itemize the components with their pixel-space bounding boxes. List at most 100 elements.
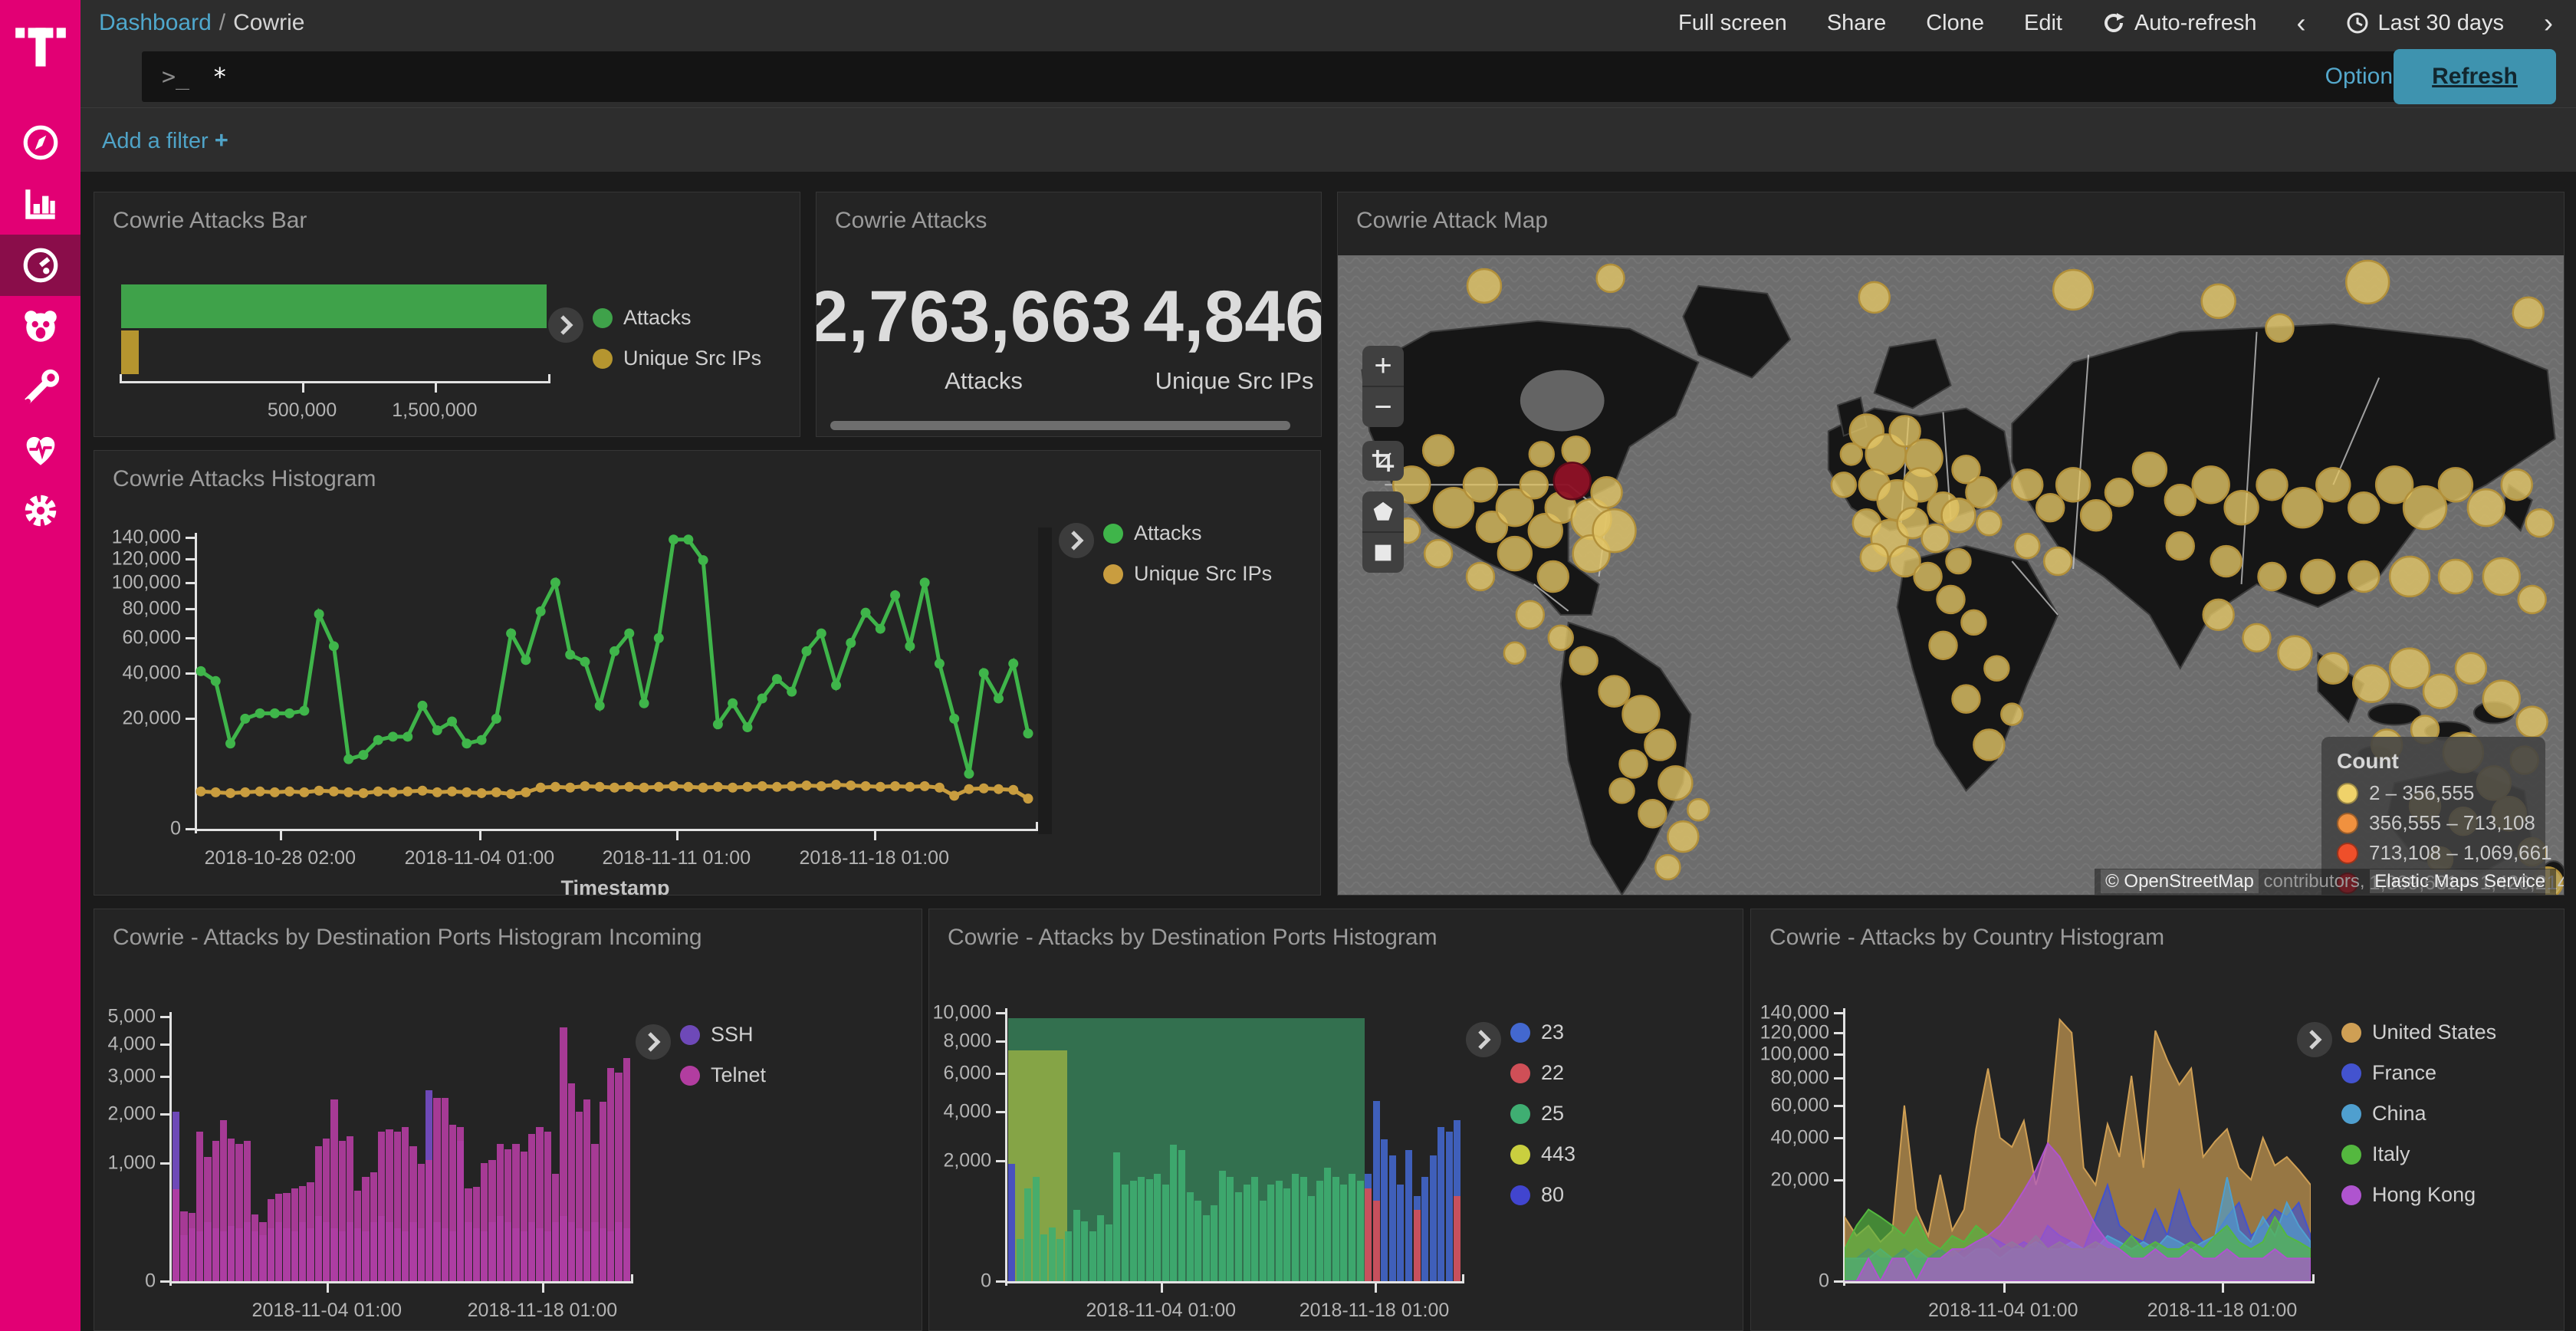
data-point	[373, 735, 383, 745]
legend-item[interactable]: 22	[1510, 1061, 1576, 1085]
attack-bubble	[1861, 544, 1888, 571]
bar-port-23	[1430, 1155, 1437, 1281]
time-back-button[interactable]: ‹	[2297, 7, 2306, 39]
data-point	[595, 782, 605, 792]
bar-port-25	[1187, 1192, 1194, 1281]
y-tick-label: 4,000	[928, 1100, 991, 1122]
legend-label: Italy	[2372, 1142, 2410, 1166]
clone-button[interactable]: Clone	[1926, 11, 1984, 36]
legend-item[interactable]: Italy	[2341, 1142, 2496, 1166]
attack-bubble	[1687, 799, 1709, 820]
options-link[interactable]: Options	[2325, 64, 2404, 90]
horizontal-scrollbar[interactable]	[830, 421, 1290, 430]
data-point	[861, 608, 871, 618]
draw-rectangle-button[interactable]	[1362, 531, 1404, 573]
attack-bubble	[1620, 750, 1648, 777]
bar-port-25	[1065, 1231, 1072, 1281]
legend-item[interactable]: Attacks	[1103, 521, 1272, 545]
attack-bubble	[1610, 778, 1635, 803]
breadcrumb-dashboard-link[interactable]: Dashboard	[99, 10, 212, 35]
full-screen-button[interactable]: Full screen	[1678, 11, 1787, 36]
x-axis-title: Timestamp	[560, 876, 669, 896]
edit-button[interactable]: Edit	[2024, 11, 2062, 36]
sidebar-item-gear[interactable]	[0, 480, 80, 541]
legend-item[interactable]: 80	[1510, 1183, 1576, 1207]
osm-link[interactable]: © OpenStreetMap	[2101, 869, 2259, 893]
legend-toggle-icon[interactable]	[1059, 523, 1094, 558]
axis-endcap	[1005, 1274, 1007, 1283]
brand-logo[interactable]	[0, 0, 80, 112]
data-point	[580, 657, 590, 667]
nav-actions: Full screen Share Clone Edit Auto-refres…	[1678, 7, 2553, 39]
legend-item[interactable]: United States	[2341, 1020, 2496, 1044]
attack-bubble	[2439, 468, 2472, 501]
draw-polygon-button[interactable]	[1362, 491, 1404, 531]
data-point	[536, 783, 546, 793]
panel-title: Cowrie - Attacks by Country Histogram	[1769, 925, 2164, 951]
ems-link[interactable]: Elastic Maps Service	[2370, 869, 2550, 893]
data-point	[742, 782, 752, 792]
attack-bubble	[1961, 610, 1986, 635]
breadcrumb-separator: /	[219, 10, 225, 35]
sidebar-item-heartbeat[interactable]	[0, 419, 80, 480]
zoom-out-button[interactable]: −	[1362, 386, 1404, 427]
legend-item[interactable]: 443	[1510, 1142, 1576, 1166]
bar-port-25	[1106, 1224, 1112, 1281]
legend-item[interactable]: Unique Src IPs	[1103, 562, 1272, 586]
y-tick-mark	[996, 1040, 1005, 1043]
bar-telnet	[591, 1144, 598, 1281]
sidebar-item-compass[interactable]	[0, 112, 80, 173]
filter-bar: Add a filter +	[80, 107, 2576, 172]
data-point	[284, 708, 294, 718]
bar-telnet	[339, 1141, 346, 1281]
bar-port-25	[1244, 1185, 1250, 1281]
refresh-button[interactable]: Refresh	[2394, 49, 2556, 104]
legend-toggle-icon[interactable]	[1466, 1022, 1501, 1057]
bar-telnet	[172, 1189, 179, 1281]
legend-item[interactable]: SSH	[680, 1023, 766, 1047]
data-point	[801, 646, 811, 656]
legend-item[interactable]: Unique Src IPs	[593, 347, 761, 370]
time-range-picker[interactable]: Last 30 days	[2346, 11, 2504, 36]
legend-item[interactable]: 23	[1510, 1020, 1576, 1044]
y-tick-mark	[1834, 1137, 1843, 1139]
sidebar-item-gauge[interactable]	[0, 235, 80, 296]
attack-bubble	[2259, 563, 2286, 590]
legend-item[interactable]: 25	[1510, 1102, 1576, 1126]
legend-item[interactable]: Attacks	[593, 306, 761, 330]
legend-item[interactable]: France	[2341, 1061, 2496, 1085]
legend-toggle-icon[interactable]	[636, 1024, 671, 1060]
legend-toggle-icon[interactable]	[548, 307, 583, 343]
legend-item[interactable]: Hong Kong	[2341, 1183, 2496, 1207]
add-filter-link[interactable]: Add a filter +	[102, 127, 228, 154]
sidebar-item-bar-chart[interactable]	[0, 173, 80, 235]
attack-bubble	[1424, 540, 1452, 567]
bar-telnet	[568, 1083, 575, 1281]
data-point	[521, 655, 531, 665]
sidebar-item-timelion-face[interactable]	[0, 296, 80, 357]
world-map[interactable]: + − Count 2 – 356,555356,555 – 713,10871…	[1338, 255, 2564, 895]
legend-toggle-icon[interactable]	[2297, 1022, 2332, 1057]
legend-color-dot	[1510, 1104, 1530, 1124]
x-tick-label: 2018-11-18 01:00	[799, 847, 949, 869]
legend-item[interactable]: Telnet	[680, 1063, 766, 1087]
crop-bounds-button[interactable]	[1362, 441, 1404, 481]
data-point	[225, 738, 235, 748]
legend-label: 80	[1541, 1183, 1564, 1207]
bar-port-23	[1405, 1150, 1412, 1281]
search-input[interactable]: >_ * Options	[142, 51, 2430, 102]
sidebar-item-wrench[interactable]	[0, 357, 80, 419]
share-button[interactable]: Share	[1827, 11, 1886, 36]
legend: United States France China Italy Hong Kong	[2341, 1020, 2496, 1224]
bar-telnet	[433, 1098, 440, 1281]
data-point	[935, 783, 945, 793]
legend-item[interactable]: China	[2341, 1102, 2496, 1126]
zoom-in-button[interactable]: +	[1362, 346, 1404, 386]
time-forward-button[interactable]: ›	[2544, 7, 2553, 39]
data-point	[905, 782, 915, 792]
legend-color-dot	[2341, 1104, 2361, 1124]
legend-label: China	[2372, 1102, 2426, 1126]
bar-port-25	[1219, 1171, 1226, 1281]
bar-telnet	[283, 1193, 290, 1281]
auto-refresh-button[interactable]: Auto-refresh	[2102, 11, 2257, 36]
